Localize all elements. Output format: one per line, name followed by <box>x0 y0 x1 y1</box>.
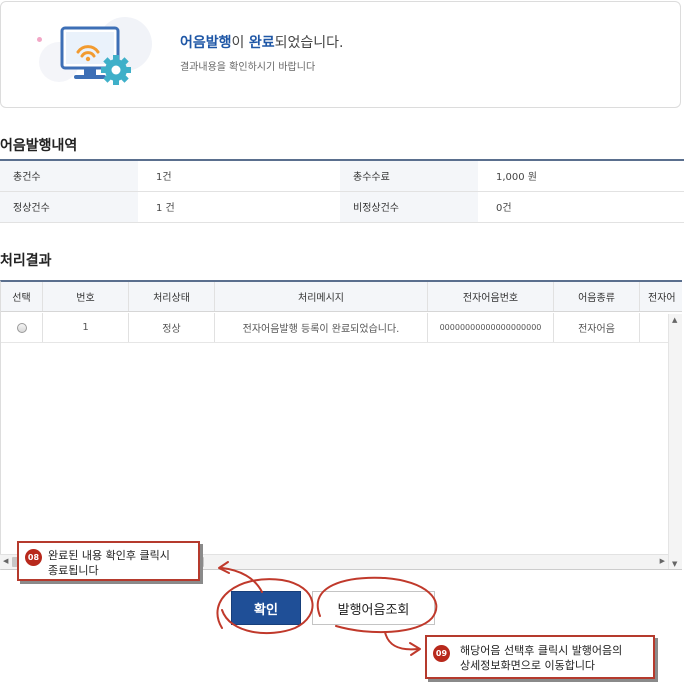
callout-09: 09 해당어음 선택후 클릭시 발행어음의 상세정보화면으로 이동합니다 <box>425 635 655 679</box>
column-header-number[interactable]: 번호 <box>43 282 129 311</box>
vertical-scrollbar[interactable]: ▲ ▼ <box>668 314 682 569</box>
summary-label: 총건수 <box>0 160 138 192</box>
result-grid: 선택 번호 처리상태 처리메시지 전자어음번호 어음종류 전자어 1 정상 전자… <box>0 280 682 570</box>
callout-number-badge: 09 <box>433 645 450 662</box>
scroll-left-icon[interactable]: ◀ <box>3 557 8 565</box>
summary-value: 1,000 원 <box>478 160 684 192</box>
callout-text: 해당어음 선택후 클릭시 발행어음의 상세정보화면으로 이동합니다 <box>460 644 623 672</box>
row-select-radio[interactable] <box>16 322 27 333</box>
scroll-up-icon[interactable]: ▲ <box>672 316 677 324</box>
scroll-right-icon[interactable]: ▶ <box>660 557 665 565</box>
row-bill-number: 00000000000000000000 <box>428 313 554 342</box>
monitor-wifi-gear-icon <box>56 22 136 92</box>
result-section-title: 처리결과 <box>0 253 52 269</box>
summary-label: 비정상건수 <box>340 191 478 223</box>
summary-value: 1 건 <box>138 191 340 223</box>
column-header-truncated[interactable]: 전자어 <box>640 282 682 311</box>
issue-summary-table: 총건수 1건 총수수료 1,000 원 정상건수 1 건 비정상건수 0건 <box>0 159 684 223</box>
summary-value: 0건 <box>478 191 684 223</box>
completion-subtitle: 결과내용을 확인하시기 바랍니다 <box>180 62 316 73</box>
callout-08: 08 완료된 내용 확인후 클릭시 종료됩니다 <box>17 541 200 581</box>
row-message: 전자어음발행 등록이 완료되었습니다. <box>215 313 428 342</box>
column-header-bill-type[interactable]: 어음종류 <box>554 282 640 311</box>
completion-title: 어음발행이 완료되었습니다. <box>180 35 344 51</box>
table-row[interactable]: 1 정상 전자어음발행 등록이 완료되었습니다. 000000000000000… <box>1 313 682 343</box>
row-select-cell <box>1 313 43 342</box>
summary-label: 총수수료 <box>340 160 478 192</box>
summary-row: 정상건수 1 건 비정상건수 0건 <box>0 191 684 223</box>
summary-value: 1건 <box>138 160 340 192</box>
grid-header-row: 선택 번호 처리상태 처리메시지 전자어음번호 어음종류 전자어 <box>1 282 682 312</box>
summary-label: 정상건수 <box>0 191 138 223</box>
decor-dot <box>37 37 42 42</box>
column-header-status[interactable]: 처리상태 <box>129 282 215 311</box>
column-header-bill-number[interactable]: 전자어음번호 <box>428 282 554 311</box>
completion-banner: 어음발행이 완료되었습니다. 결과내용을 확인하시기 바랍니다 <box>0 1 681 108</box>
row-number: 1 <box>43 313 129 342</box>
confirm-button[interactable]: 확인 <box>231 591 301 625</box>
column-header-select[interactable]: 선택 <box>1 282 43 311</box>
row-status: 정상 <box>129 313 215 342</box>
callout-text: 완료된 내용 확인후 클릭시 종료됩니다 <box>48 549 170 577</box>
issued-bill-query-button[interactable]: 발행어음조회 <box>312 591 435 625</box>
issue-section-title: 어음발행내역 <box>0 138 78 154</box>
scroll-down-icon[interactable]: ▼ <box>672 560 677 568</box>
summary-row: 총건수 1건 총수수료 1,000 원 <box>0 160 684 192</box>
column-header-message[interactable]: 처리메시지 <box>215 282 428 311</box>
row-bill-type: 전자어음 <box>554 313 640 342</box>
callout-number-badge: 08 <box>25 549 42 566</box>
